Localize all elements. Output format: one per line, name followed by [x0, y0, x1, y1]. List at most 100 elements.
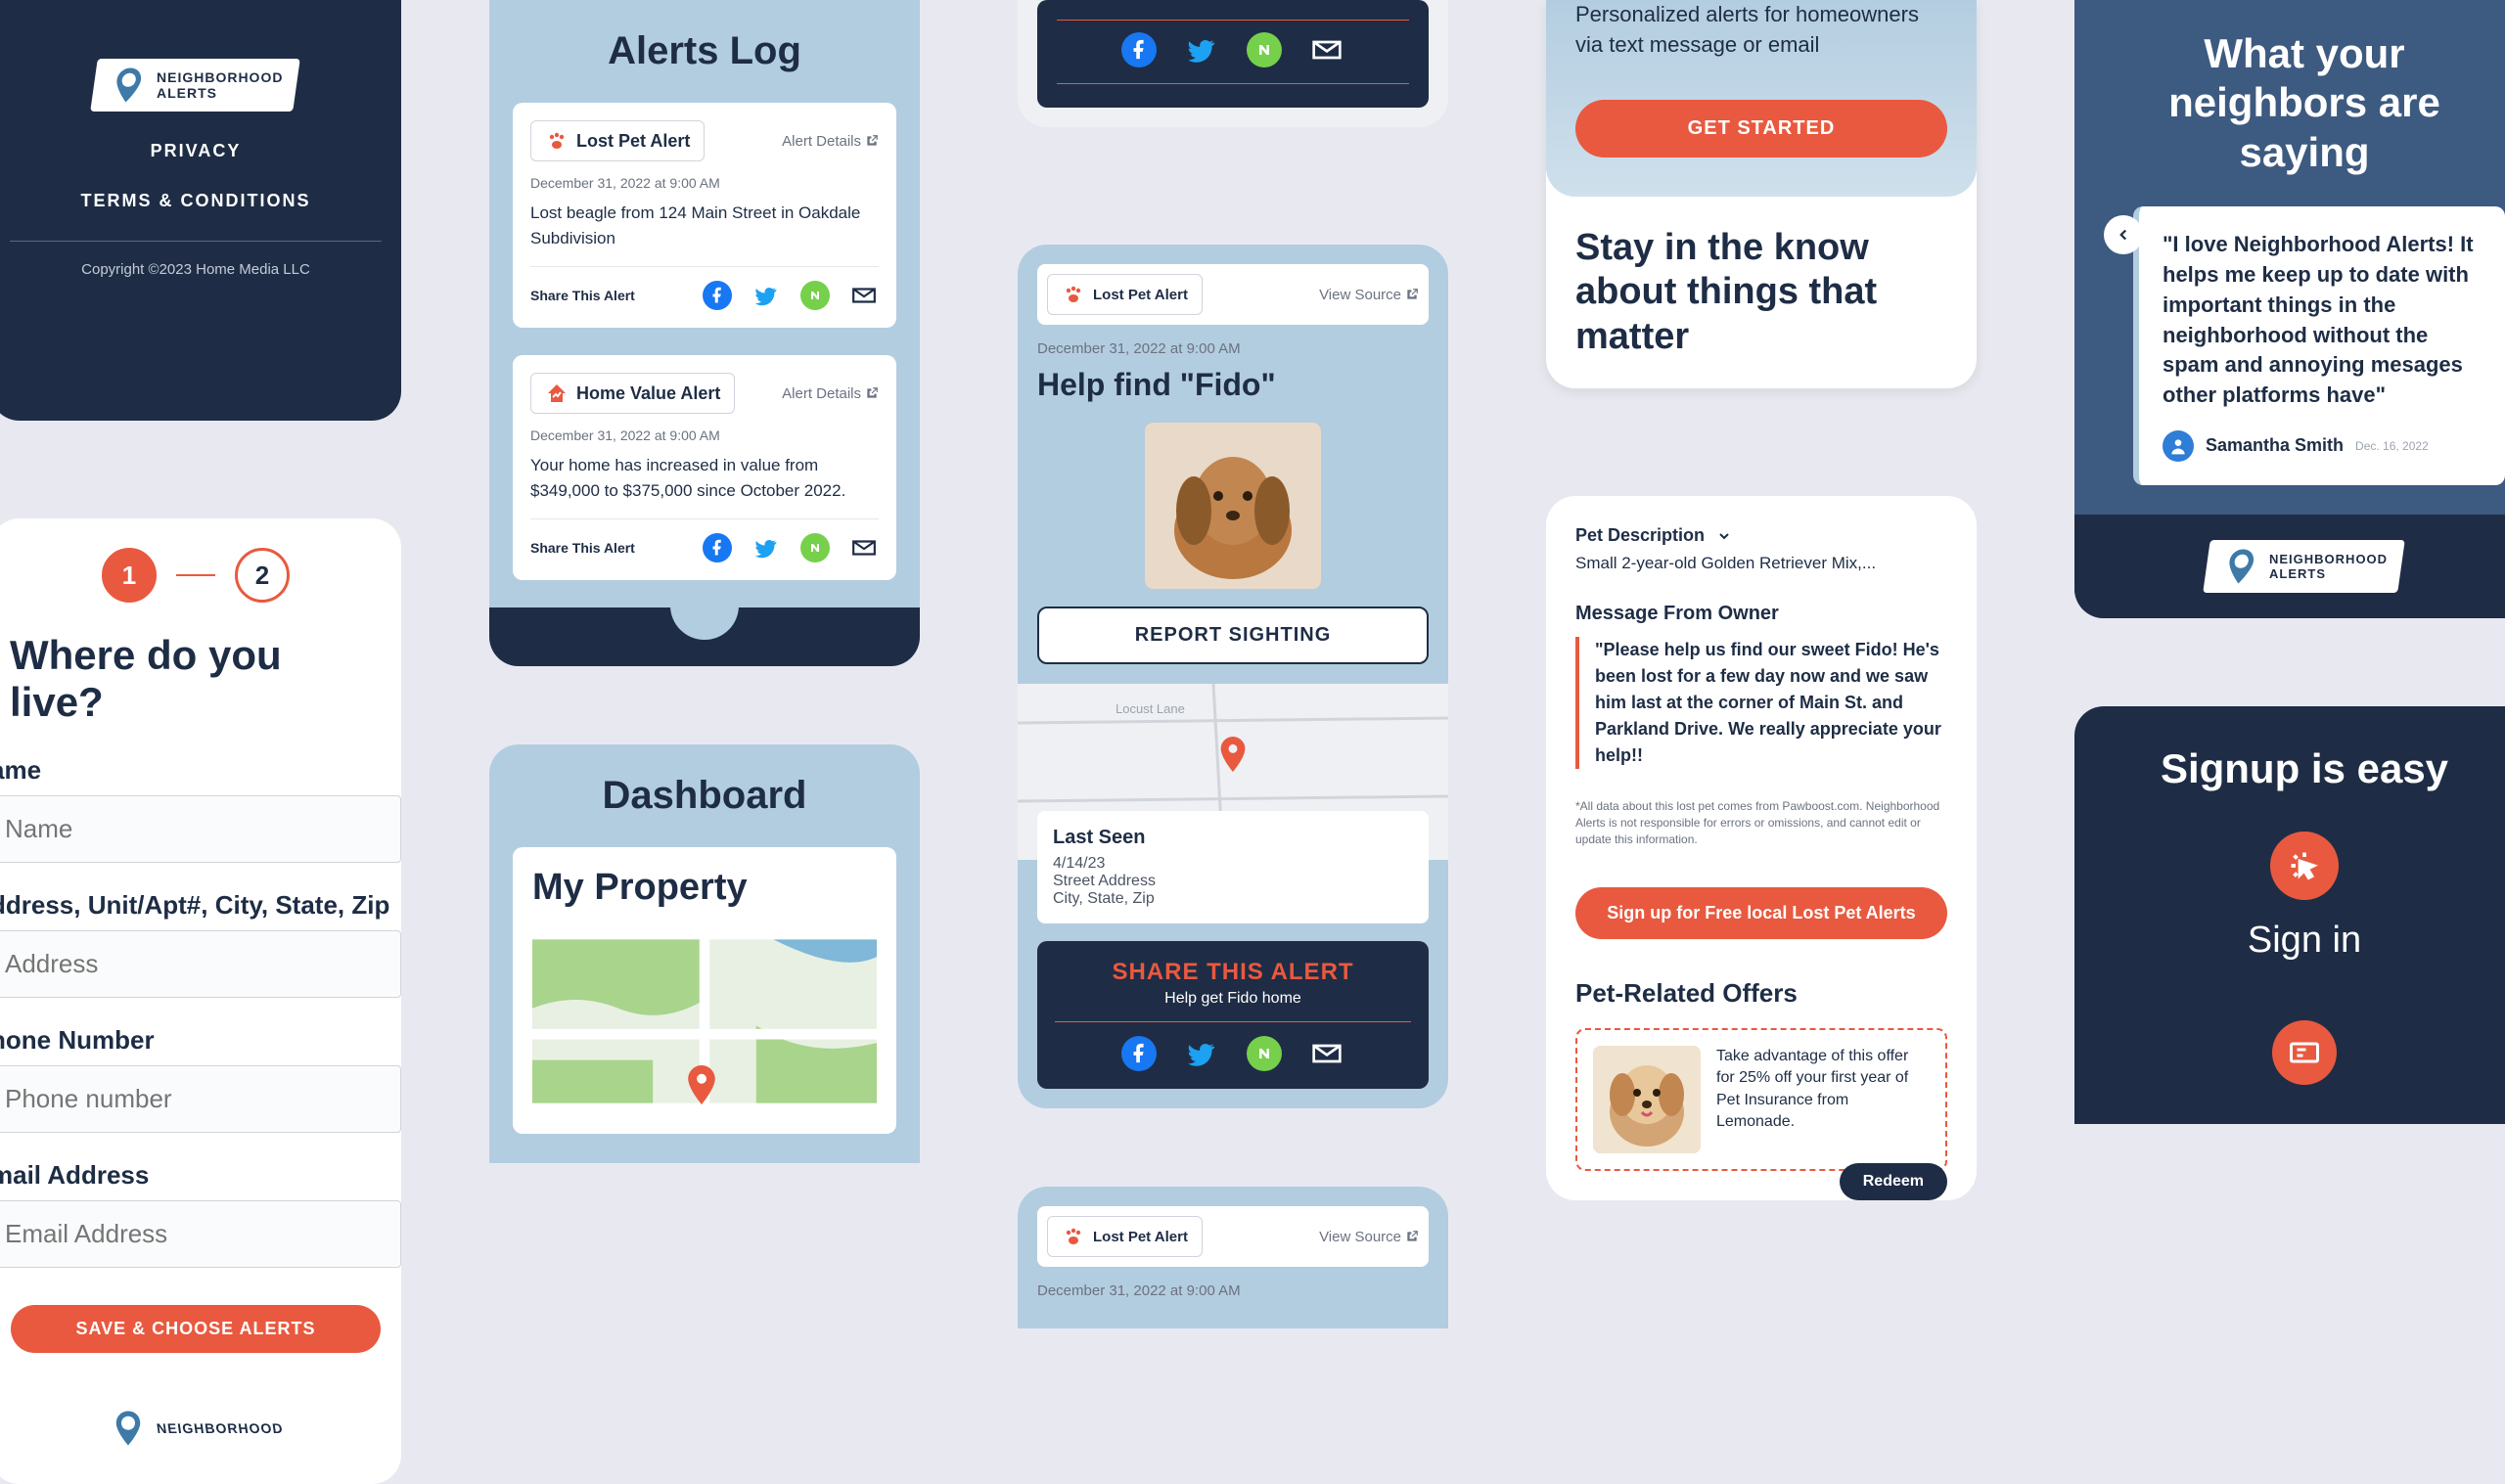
- alerts-log-card: Alerts Log Lost Pet Alert Alert Details …: [489, 0, 920, 666]
- email-input[interactable]: [0, 1200, 401, 1268]
- pet-photo: [1145, 423, 1321, 589]
- home-value-icon: [545, 382, 569, 405]
- pet-alert-date: December 31, 2022 at 9:00 AM: [1037, 1282, 1429, 1299]
- view-source-link[interactable]: View Source: [1319, 287, 1419, 303]
- divider: [10, 241, 382, 242]
- dashboard-card: Dashboard My Property: [489, 744, 920, 1163]
- view-source-link[interactable]: View Source: [1319, 1229, 1419, 1245]
- share-alert-block: SHARE THIS ALERT Help get Fido home: [1037, 941, 1429, 1089]
- brand-logo-footer: NEIGHBORHOOD: [0, 1382, 401, 1455]
- alert-details-link[interactable]: Alert Details: [782, 385, 879, 402]
- map-pin-icon: [105, 65, 152, 106]
- email-icon[interactable]: [1309, 32, 1344, 67]
- facebook-icon[interactable]: [1121, 32, 1157, 67]
- pet-description-dropdown[interactable]: Pet Description: [1575, 525, 1947, 546]
- pet-alert-badge: Lost Pet Alert: [1047, 274, 1203, 315]
- report-sighting-button[interactable]: REPORT SIGHTING: [1037, 607, 1429, 664]
- nextdoor-icon[interactable]: [1247, 1036, 1282, 1071]
- paw-icon: [545, 129, 569, 153]
- save-choose-alerts-button[interactable]: SAVE & CHOOSE ALERTS: [11, 1305, 381, 1353]
- external-link-icon: [1405, 1230, 1419, 1243]
- terms-link[interactable]: TERMS & CONDITIONS: [10, 191, 382, 211]
- address-input[interactable]: [0, 930, 401, 998]
- signin-label[interactable]: Sign in: [2104, 920, 2505, 962]
- step-indicator: 1 2: [0, 548, 401, 603]
- facebook-icon[interactable]: [703, 281, 732, 310]
- phone-input[interactable]: [0, 1065, 401, 1133]
- alert-details-link[interactable]: Alert Details: [782, 133, 879, 150]
- data-disclaimer: *All data about this lost pet comes from…: [1575, 798, 1947, 847]
- privacy-link[interactable]: PRIVACY: [10, 141, 382, 161]
- offer-text: Take advantage of this offer for 25% off…: [1716, 1046, 1930, 1153]
- testimonial-card: What your neighbors are saying "I love N…: [2074, 0, 2505, 618]
- dashboard-title: Dashboard: [513, 774, 896, 818]
- property-map[interactable]: [532, 928, 877, 1114]
- external-link-icon: [865, 386, 879, 400]
- twitter-icon[interactable]: [752, 281, 781, 310]
- pet-alert-date: December 31, 2022 at 9:00 AM: [1037, 340, 1429, 357]
- author-avatar: [2163, 430, 2194, 462]
- redeem-button[interactable]: Redeem: [1840, 1163, 1947, 1200]
- get-started-button[interactable]: GET STARTED: [1575, 100, 1947, 157]
- owner-message-quote: "Please help us find our sweet Fido! He'…: [1575, 637, 1947, 769]
- twitter-icon[interactable]: [1184, 1036, 1219, 1071]
- share-alert-subtitle: Help get Fido home: [1055, 990, 1411, 1008]
- twitter-icon[interactable]: [752, 533, 781, 562]
- signup-lost-pet-alerts-button[interactable]: Sign up for Free local Lost Pet Alerts: [1575, 887, 1947, 939]
- copyright-text: Copyright ©2023 Home Media LLC: [10, 261, 382, 278]
- stay-in-know-title: Stay in the know about things that matte…: [1546, 197, 1977, 389]
- social-share-row: [703, 533, 879, 562]
- paw-icon: [1062, 283, 1085, 306]
- svg-text:Locust Lane: Locust Lane: [1116, 701, 1185, 716]
- alert-type-badge: Home Value Alert: [530, 373, 735, 414]
- review-text: "I love Neighborhood Alerts! It helps me…: [2163, 230, 2482, 411]
- email-label: mail Address: [0, 1160, 401, 1191]
- pet-alert-card-2: Lost Pet Alert View Source December 31, …: [1018, 1187, 1448, 1328]
- map-pin-icon: [687, 1065, 716, 1104]
- message-from-owner-title: Message From Owner: [1575, 603, 1947, 625]
- name-label: ame: [0, 755, 401, 786]
- last-seen-card: Last Seen 4/14/23 Street Address City, S…: [1037, 811, 1429, 923]
- signup-form-card: 1 2 Where do you live? ame ddress, Unit/…: [0, 518, 401, 1484]
- brand-logo: NEIGHBORHOOD ALERTS: [90, 59, 300, 112]
- nextdoor-icon[interactable]: [800, 533, 830, 562]
- share-label: Share This Alert: [530, 288, 635, 303]
- external-link-icon: [1405, 288, 1419, 301]
- pet-badge-label: Lost Pet Alert: [1093, 1229, 1188, 1245]
- brand-line1: NEIGHBORHOOD: [157, 69, 283, 85]
- lost-pet-detail-card: Lost Pet Alert View Source December 31, …: [1018, 245, 1448, 1108]
- nextdoor-icon[interactable]: [1247, 32, 1282, 67]
- email-icon[interactable]: [849, 281, 879, 310]
- chevron-down-icon: [1716, 528, 1732, 544]
- brand-logo: NEIGHBORHOOD ALERTS: [2204, 540, 2406, 593]
- share-label: Share This Alert: [530, 540, 635, 556]
- pet-alert-badge: Lost Pet Alert: [1047, 1216, 1203, 1257]
- facebook-icon[interactable]: [703, 533, 732, 562]
- hero-subtitle: Personalized alerts for homeowners via t…: [1575, 0, 1947, 61]
- alert-body: Your home has increased in value from $3…: [530, 453, 879, 503]
- twitter-icon[interactable]: [1184, 32, 1219, 67]
- carousel-prev-button[interactable]: [2104, 215, 2143, 254]
- signup-easy-title: Signup is easy: [2104, 745, 2505, 792]
- nextdoor-icon[interactable]: [800, 281, 830, 310]
- last-seen-city: City, State, Zip: [1053, 890, 1413, 908]
- facebook-icon[interactable]: [1121, 1036, 1157, 1071]
- pet-description-text: Small 2-year-old Golden Retriever Mix,..…: [1575, 554, 1947, 573]
- signup-easy-card: Signup is easy Sign in: [2074, 706, 2505, 1124]
- address-label: ddress, Unit/Apt#, City, State, Zip: [0, 890, 401, 921]
- name-input[interactable]: [0, 795, 401, 863]
- email-icon[interactable]: [849, 533, 879, 562]
- alert-date: December 31, 2022 at 9:00 AM: [530, 427, 879, 443]
- step-connector: [176, 574, 215, 576]
- share-alert-title: SHARE THIS ALERT: [1055, 959, 1411, 986]
- signin-icon-badge: [2270, 832, 2339, 900]
- map-pin-icon: [2218, 546, 2265, 587]
- email-icon[interactable]: [1309, 1036, 1344, 1071]
- person-icon: [2168, 436, 2188, 456]
- last-seen-title: Last Seen: [1053, 827, 1413, 849]
- alert-type-badge: Lost Pet Alert: [530, 120, 705, 161]
- phone-label: hone Number: [0, 1025, 401, 1056]
- testimonial-heading: What your neighbors are saying: [2104, 29, 2505, 177]
- last-seen-date: 4/14/23: [1053, 855, 1413, 873]
- share-banner-top: [1037, 0, 1429, 108]
